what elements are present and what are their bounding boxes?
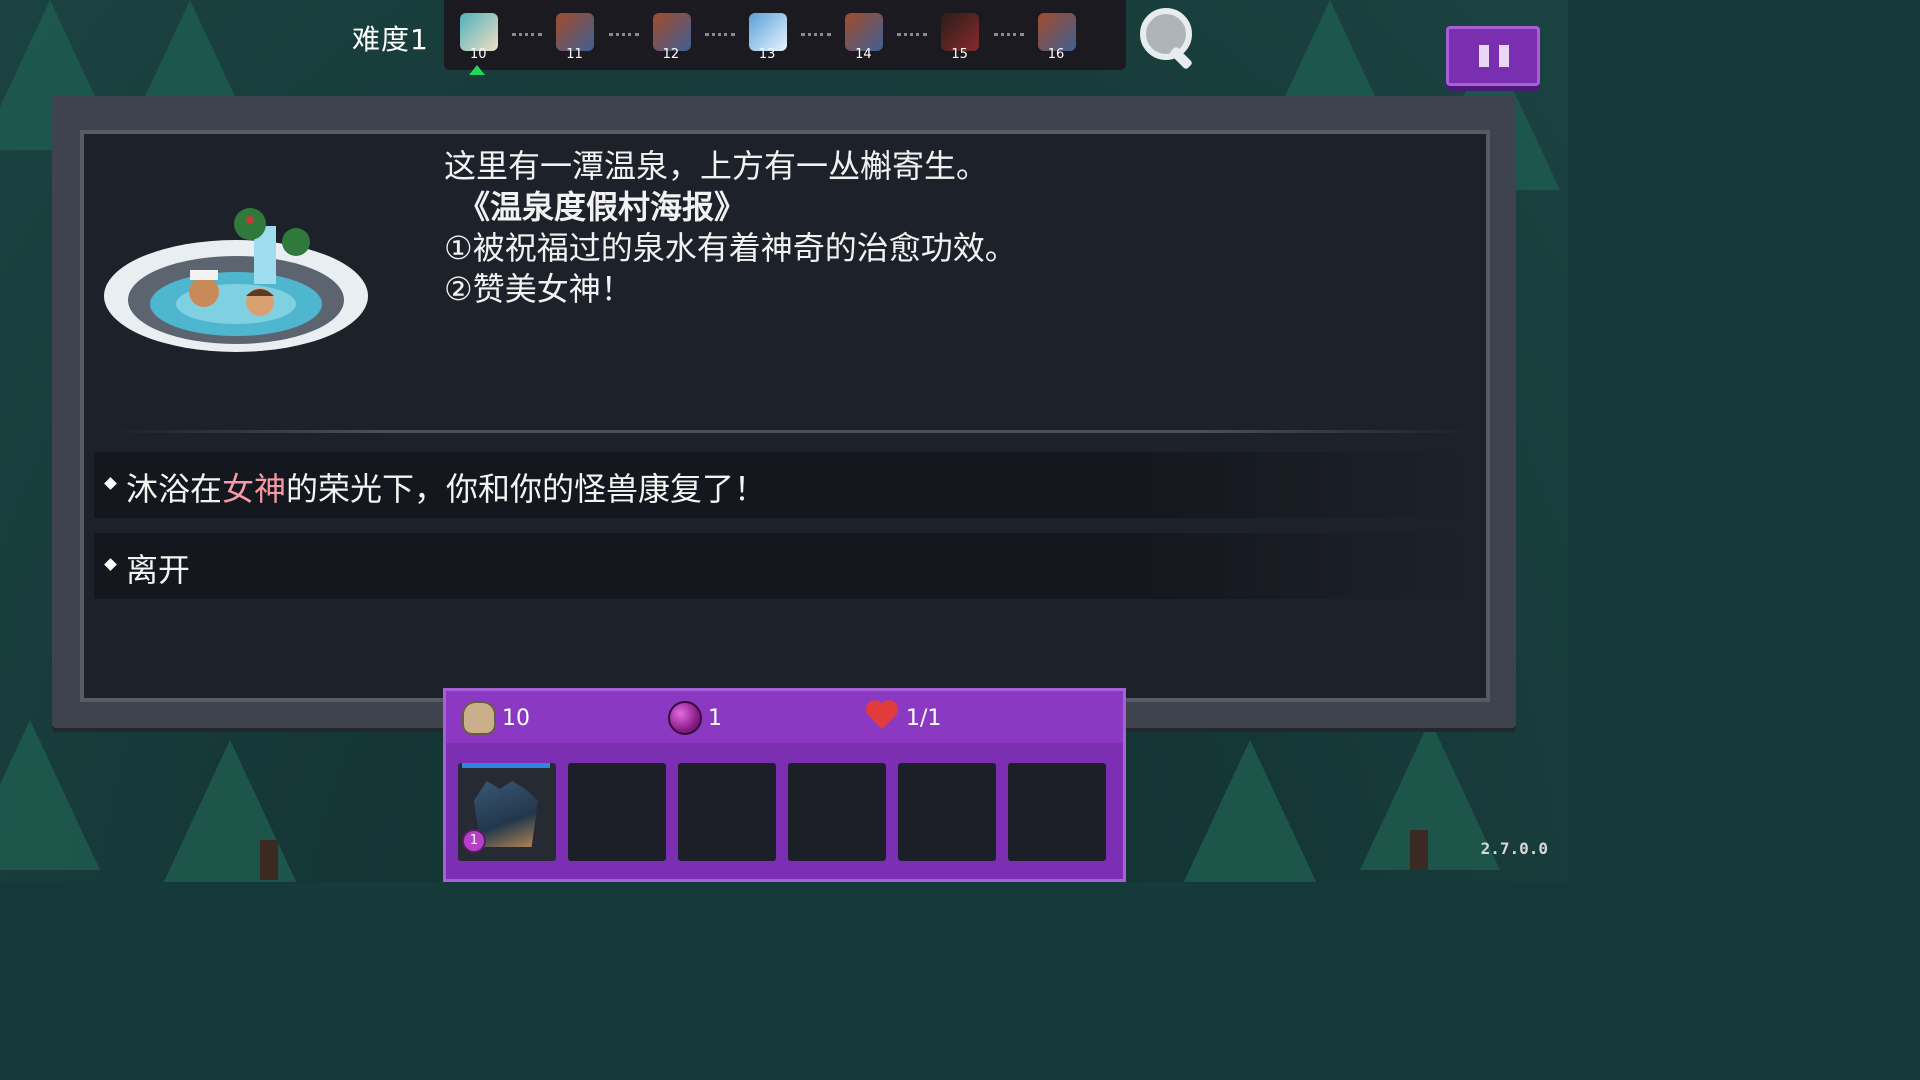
event-text-line: ①被祝福过的泉水有着神奇的治愈功效。 (444, 229, 1017, 267)
option-bullet-icon (104, 558, 117, 571)
option-bullet-icon (104, 477, 117, 490)
monster-slots: 1 (458, 763, 1106, 861)
stage-number: 15 (951, 47, 968, 62)
tree-trunk (260, 840, 278, 880)
stage-node[interactable]: 10 (452, 7, 543, 75)
enemy-pair-icon (556, 13, 595, 51)
stage-connector (608, 33, 639, 36)
difficulty-label: 难度1 (352, 23, 429, 56)
stage-node[interactable]: 15 (933, 7, 1024, 63)
stage-connector (704, 33, 735, 36)
stage-number: 14 (855, 47, 872, 62)
bomb-creature-icon (941, 13, 980, 51)
stage-node[interactable]: 14 (837, 7, 928, 63)
stage-node[interactable]: 13 (741, 7, 832, 63)
monster-slot[interactable]: 1 (458, 763, 556, 861)
option-text: 沐浴在 (126, 470, 223, 508)
health-stat: 1/1 (866, 701, 941, 735)
dialog-divider (112, 430, 1472, 433)
stage-number: 16 (1047, 47, 1065, 62)
gold-stat: 10 (462, 701, 530, 735)
gem-icon (668, 701, 702, 735)
monster-slot-empty[interactable] (568, 763, 666, 861)
pause-button[interactable] (1446, 26, 1540, 86)
enemy-pair-icon (652, 13, 691, 51)
stage-number: 12 (662, 47, 680, 62)
tree-decoration (1360, 720, 1500, 870)
stage-connector (801, 33, 832, 36)
monster-level-badge: 1 (462, 829, 486, 853)
event-description: 这里有一潭温泉，上方有一丛槲寄生。 《温泉度假村海报》 ①被祝福过的泉水有着神奇的治… (444, 146, 1484, 310)
enemy-pair-icon (845, 13, 884, 51)
tree-decoration (160, 740, 300, 882)
pause-icon (1499, 45, 1509, 67)
heart-icon (866, 701, 900, 735)
tree-decoration (1180, 740, 1320, 882)
ghost-boss-icon (748, 13, 787, 51)
stage-node[interactable]: 12 (645, 7, 735, 63)
gem-stat: 1 (668, 701, 722, 735)
option-text: 的荣光下，你和你的怪兽康复了！ (286, 470, 767, 508)
gem-count: 1 (708, 705, 722, 731)
magnifier-icon (1140, 8, 1192, 60)
enemy-pair-icon (1037, 13, 1076, 51)
money-bag-icon (462, 701, 496, 735)
monster-slot-empty[interactable] (898, 763, 996, 861)
stage-number: 13 (758, 47, 776, 62)
stage-node[interactable]: 11 (548, 7, 639, 63)
stage-connector (512, 33, 543, 36)
tree-decoration (0, 720, 100, 870)
monster-slot-empty[interactable] (678, 763, 776, 861)
hot-spring-illustration (104, 208, 368, 352)
stage-progress-track: 10 11 12 13 14 15 16 (444, 0, 1126, 75)
option-label: 沐浴在女神的荣光下，你和你的怪兽康复了！ (126, 464, 766, 510)
hot-spring-icon (460, 13, 498, 51)
inventory-panel: 10 1 1/1 1 (443, 688, 1126, 882)
stage-connector (897, 33, 928, 36)
stage-node[interactable]: 16 (1030, 7, 1080, 63)
stage-number: 10 (470, 47, 487, 62)
search-button[interactable] (1138, 6, 1198, 71)
stage-number: 11 (566, 47, 583, 62)
health-count: 1/1 (906, 705, 942, 731)
option-label: 离开 (126, 551, 191, 589)
pause-icon (1479, 45, 1489, 67)
stage-connector (993, 33, 1024, 36)
monster-slot-empty[interactable] (1008, 763, 1106, 861)
option-bathe[interactable]: 沐浴在女神的荣光下，你和你的怪兽康复了！ (94, 452, 1474, 518)
option-leave[interactable]: 离开 (94, 533, 1474, 599)
monster-slot-empty[interactable] (788, 763, 886, 861)
version-label: 2.7.0.0 (1480, 839, 1548, 858)
event-text-line: ②赞美女神！ (444, 270, 633, 308)
event-poster-title: 《温泉度假村海报》 (458, 188, 747, 226)
top-bar: 难度1 10 11 12 13 14 15 16 (0, 0, 1568, 86)
event-text-line: 这里有一潭温泉，上方有一丛槲寄生。 (444, 147, 989, 185)
gold-count: 10 (502, 705, 530, 731)
tree-trunk (1410, 830, 1428, 870)
xp-bar (462, 763, 550, 768)
inventory-stats-bar: 10 1 1/1 (446, 691, 1123, 743)
option-highlight: 女神 (222, 470, 287, 508)
